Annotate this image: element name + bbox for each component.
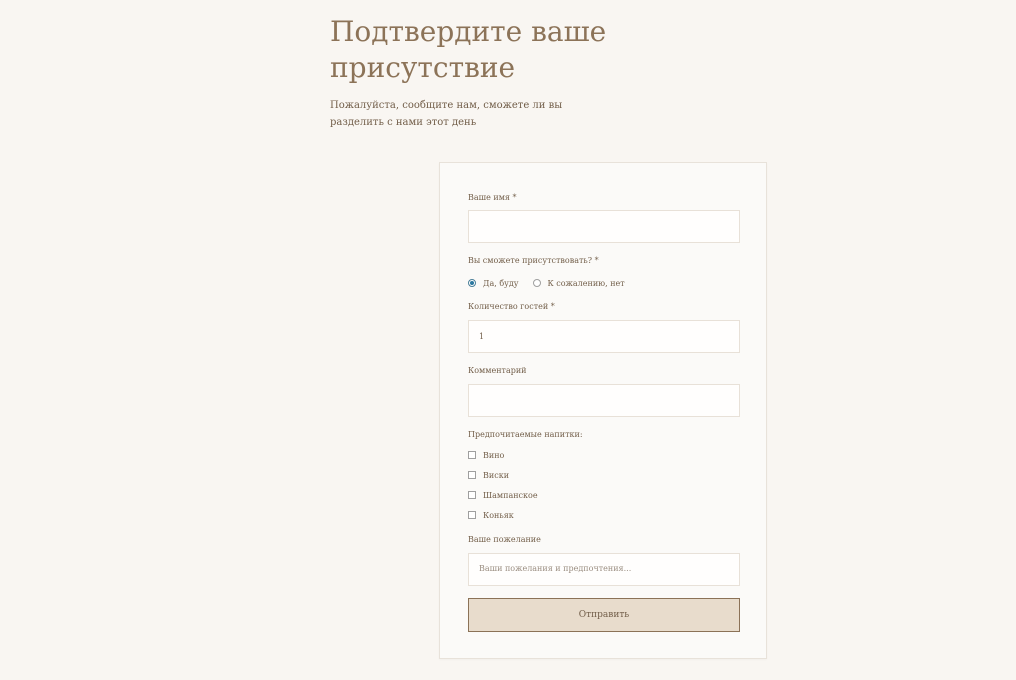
attendance-no-label: К сожалению, нет — [547, 278, 625, 288]
attendance-radio-group: Да, буду К сожалению, нет — [468, 277, 639, 289]
whisky-checkbox[interactable] — [468, 471, 476, 479]
guests-label: Количество гостей * — [468, 302, 555, 311]
attendance-yes-label: Да, буду — [483, 278, 519, 288]
drink-option-champagne[interactable]: Шампанское — [468, 489, 538, 501]
champagne-checkbox[interactable] — [468, 491, 476, 499]
page-title: Подтвердите ваше присутствие — [330, 15, 607, 84]
attendance-yes-radio[interactable] — [468, 279, 476, 287]
name-input[interactable] — [468, 210, 740, 243]
attendance-no-option[interactable]: К сожалению, нет — [532, 278, 625, 288]
wish-textarea[interactable] — [468, 553, 740, 586]
attendance-yes-option[interactable]: Да, буду — [468, 279, 519, 288]
drink-option-whisky[interactable]: Виски — [468, 469, 509, 481]
drinks-label: Предпочитаемые напитки: — [468, 430, 583, 439]
cognac-label: Коньяк — [483, 510, 514, 520]
guests-input[interactable] — [468, 320, 740, 353]
page-subtitle: Пожалуйста, сообщите нам, сможете ли вы … — [330, 100, 563, 128]
wine-checkbox[interactable] — [468, 451, 476, 459]
attendance-label: Вы сможете присутствовать? * — [468, 256, 599, 265]
comment-label: Комментарий — [468, 366, 527, 375]
cognac-checkbox[interactable] — [468, 511, 476, 519]
comment-input[interactable] — [468, 384, 740, 417]
name-label: Ваше имя * — [468, 193, 517, 202]
rsvp-form: Ваше имя * Вы сможете присутствовать? * … — [439, 162, 767, 659]
attendance-no-radio[interactable] — [532, 279, 541, 287]
submit-button[interactable]: Отправить — [468, 598, 740, 632]
champagne-label: Шампанское — [483, 490, 538, 500]
rsvp-page: Подтвердите ваше присутствие Пожалуйста,… — [0, 0, 1016, 680]
whisky-label: Виски — [483, 470, 510, 480]
wine-label: Вино — [483, 450, 505, 460]
wish-label: Ваше пожелание — [468, 535, 541, 544]
drink-option-cognac[interactable]: Коньяк — [468, 509, 514, 521]
drink-option-wine[interactable]: Вино — [468, 449, 504, 461]
